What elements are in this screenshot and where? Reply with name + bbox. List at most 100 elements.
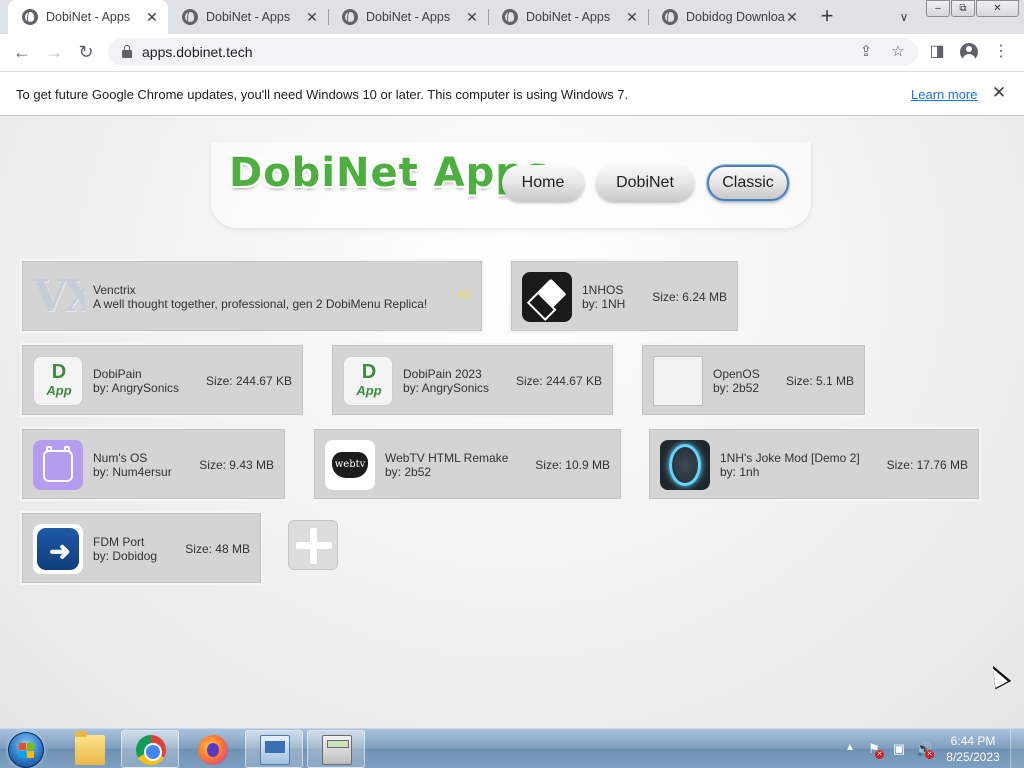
- nav-home-button[interactable]: Home: [502, 165, 584, 201]
- forward-arrow-icon[interactable]: →: [42, 40, 66, 64]
- tab-title: Dobidog Downloa: [686, 10, 785, 24]
- dobipain-app-icon: D App: [33, 356, 83, 406]
- infobar-close-icon[interactable]: ✕: [990, 83, 1008, 103]
- app-author: by: AngrySonics: [403, 381, 490, 395]
- portal-ring-icon: [660, 440, 710, 490]
- tab-close-icon[interactable]: ✕: [464, 9, 480, 25]
- taskbar-explorer[interactable]: [60, 730, 118, 768]
- tab-dobinet-apps-2[interactable]: DobiNet - Apps ✕: [168, 0, 328, 34]
- app-card-1nhos[interactable]: 1NHOS by: 1NH Size: 6.24 MB: [511, 261, 738, 331]
- eraser-icon: [522, 272, 572, 322]
- firefox-icon: [198, 735, 228, 765]
- tab-dobidog-downloads[interactable]: Dobidog Downloa ✕: [648, 0, 808, 34]
- app-card-1nh-joke-mod[interactable]: 1NH's Joke Mod [Demo 2] by: 1nh Size: 17…: [649, 429, 979, 499]
- globe-icon: [22, 9, 38, 25]
- network-icon[interactable]: ▣: [891, 741, 907, 757]
- control-panel-icon: [260, 735, 290, 765]
- app-card-nums-os[interactable]: Num's OS by: Num4ersur Size: 9.43 MB: [22, 429, 285, 499]
- side-panel-icon[interactable]: ◨: [926, 41, 948, 63]
- app-card-dobipain-2023[interactable]: D App DobiPain 2023 by: AngrySonics Size:…: [332, 345, 613, 415]
- app-size: Size: 9.43 MB: [199, 458, 274, 472]
- clock-time[interactable]: 6:44 PM: [940, 734, 1006, 748]
- add-app-plus-icon[interactable]: [288, 520, 338, 570]
- nav-dobinet-button[interactable]: DobiNet: [596, 165, 694, 201]
- start-button[interactable]: [8, 732, 44, 768]
- app-size: Size: 48 MB: [185, 542, 250, 556]
- restore-icon[interactable]: ⧉: [951, 0, 975, 17]
- folder-icon: [75, 731, 105, 765]
- tab-strip: DobiNet - Apps ✕ DobiNet - Apps ✕ DobiNe…: [0, 0, 1024, 34]
- nums-os-icon: [33, 440, 83, 490]
- infobar-message: To get future Google Chrome updates, you…: [16, 87, 629, 102]
- vx-logo-icon: VX: [33, 272, 85, 322]
- nav-classic-button[interactable]: Classic: [707, 165, 789, 201]
- action-center-flag-icon[interactable]: ⚑ ✕: [866, 741, 884, 759]
- app-name: 1NH's Joke Mod [Demo 2]: [720, 451, 860, 465]
- taskbar-control-panel[interactable]: [245, 730, 303, 768]
- app-author: by: AngrySonics: [93, 381, 180, 395]
- app-size: Size: 10.9 MB: [535, 458, 610, 472]
- webtv-icon: webtv: [325, 440, 375, 490]
- tab-dobinet-apps-3[interactable]: DobiNet - Apps ✕: [328, 0, 488, 34]
- app-name: 1NHOS: [582, 283, 624, 297]
- app-author: by: 1nh: [720, 465, 760, 479]
- app-name: OpenOS: [713, 367, 760, 381]
- app-card-fdm-port[interactable]: ➜ FDM Port by: Dobidog Size: 48 MB: [22, 513, 261, 583]
- tab-close-icon[interactable]: ✕: [624, 9, 640, 25]
- dobipain-app-icon: D App: [343, 356, 393, 406]
- new-tab-button[interactable]: +: [815, 5, 839, 29]
- globe-icon: [182, 9, 198, 25]
- menu-kebab-icon[interactable]: ⋮: [990, 41, 1012, 63]
- show-desktop-button[interactable]: [1010, 729, 1024, 768]
- browser-toolbar: ← → ↻ apps.dobinet.tech ⇪ ☆ ◨ ⋮: [0, 34, 1024, 71]
- fdm-download-icon: ➜: [33, 524, 83, 574]
- window-close-icon[interactable]: ✕: [976, 0, 1019, 17]
- taskbar-firefox[interactable]: [183, 730, 241, 768]
- tab-close-icon[interactable]: ✕: [304, 9, 320, 25]
- taskbar-calculator[interactable]: [307, 730, 365, 768]
- volume-muted-icon[interactable]: 🔊 ✕: [916, 741, 934, 759]
- app-name: Venctrix: [93, 283, 136, 297]
- back-arrow-icon[interactable]: ←: [10, 40, 34, 64]
- reload-icon[interactable]: ↻: [74, 40, 98, 64]
- site-logo[interactable]: DobiNet Apps: [229, 150, 550, 196]
- app-author: by: 2b52: [713, 381, 760, 395]
- tab-dobinet-apps-4[interactable]: DobiNet - Apps ✕: [488, 0, 648, 34]
- app-author: by: Dobidog: [93, 549, 158, 563]
- globe-icon: [662, 9, 678, 25]
- app-size: Size: 244.67 KB: [205, 374, 292, 388]
- lock-icon[interactable]: [122, 45, 132, 58]
- site-header: DobiNet Apps Home DobiNet Classic: [211, 142, 811, 228]
- app-card-dobipain[interactable]: D App DobiPain by: AngrySonics Size: 244.…: [22, 345, 303, 415]
- app-author: by: 2b52: [385, 465, 432, 479]
- app-card-webtv-html-remake[interactable]: webtv WebTV HTML Remake by: 2b52 Size: 1…: [314, 429, 621, 499]
- ad-badge: AD: [457, 290, 471, 301]
- profile-avatar-icon[interactable]: [960, 43, 978, 61]
- minimize-icon[interactable]: –: [926, 0, 950, 17]
- bookmark-star-icon[interactable]: ☆: [888, 42, 908, 62]
- tab-close-icon[interactable]: ✕: [784, 9, 800, 25]
- clock-date[interactable]: 8/25/2023: [940, 750, 1006, 764]
- globe-icon: [342, 9, 358, 25]
- calculator-icon: [322, 735, 352, 765]
- update-infobar: To get future Google Chrome updates, you…: [0, 71, 1024, 116]
- tab-search-chevron-icon[interactable]: ∨: [894, 8, 914, 26]
- app-description: A well thought together, professional, g…: [93, 297, 428, 311]
- tab-dobinet-apps-1[interactable]: DobiNet - Apps ✕: [8, 0, 168, 34]
- learn-more-link[interactable]: Learn more: [911, 87, 977, 102]
- tray-expand-icon[interactable]: ▲: [845, 742, 855, 753]
- address-bar[interactable]: apps.dobinet.tech ⇪ ☆: [108, 38, 918, 66]
- url-text[interactable]: apps.dobinet.tech: [142, 44, 253, 60]
- app-card-venctrix[interactable]: VX Venctrix A well thought together, pro…: [22, 261, 482, 331]
- page-content: DobiNet Apps Home DobiNet Classic VX Ven…: [0, 116, 1024, 728]
- windows-taskbar: ▲ ⚑ ✕ ▣ 🔊 ✕ 6:44 PM 8/25/2023: [0, 728, 1024, 768]
- taskbar-chrome[interactable]: [121, 730, 179, 768]
- app-card-openos[interactable]: OpenOS by: 2b52 Size: 5.1 MB: [642, 345, 865, 415]
- tab-close-icon[interactable]: ✕: [144, 9, 160, 25]
- chrome-icon: [136, 735, 166, 765]
- share-icon[interactable]: ⇪: [856, 42, 876, 62]
- tab-title: DobiNet - Apps: [46, 10, 131, 24]
- app-name: DobiPain 2023: [403, 367, 482, 381]
- app-size: Size: 5.1 MB: [785, 374, 854, 388]
- tab-title: DobiNet - Apps: [526, 10, 611, 24]
